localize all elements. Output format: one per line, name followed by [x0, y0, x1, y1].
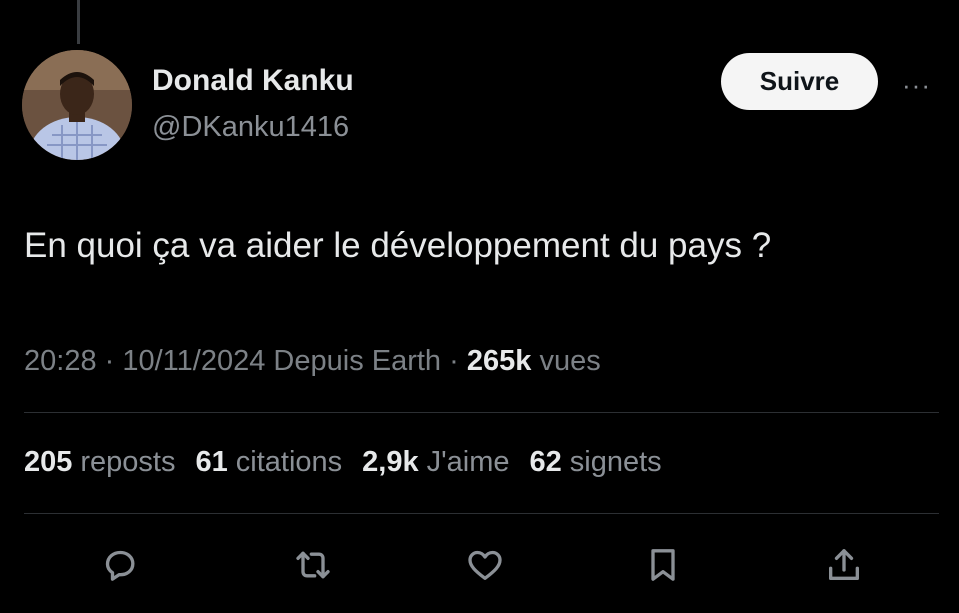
share-icon [829, 549, 859, 580]
like-button[interactable] [463, 543, 507, 587]
more-options-icon[interactable]: ··· [902, 70, 931, 101]
bookmark-icon [651, 549, 675, 581]
tweet-date[interactable]: 10/11/2024 [122, 345, 265, 377]
likes-label: J'aime [426, 446, 510, 478]
tweet-source: Depuis Earth [273, 345, 442, 377]
bookmarks-count: 62 [529, 446, 562, 478]
author-name[interactable]: Donald Kanku [152, 64, 354, 98]
author-handle[interactable]: @DKanku1416 [152, 111, 349, 144]
avatar-image [22, 50, 132, 160]
share-button[interactable] [822, 543, 866, 587]
avatar[interactable] [22, 50, 132, 160]
reposts-stat[interactable]: 205 reposts [24, 446, 176, 479]
reposts-label: reposts [80, 446, 176, 478]
quotes-stat[interactable]: 61 citations [196, 446, 343, 479]
like-icon [468, 550, 502, 580]
thread-connector-line [77, 0, 80, 44]
retweet-icon [296, 551, 330, 579]
divider [24, 513, 939, 514]
reply-icon [105, 550, 135, 581]
quotes-label: citations [235, 446, 343, 478]
meta-separator: · [104, 345, 123, 377]
likes-stat[interactable]: 2,9k J'aime [362, 446, 509, 479]
quotes-count: 61 [195, 446, 228, 478]
meta-separator: · [449, 345, 467, 377]
reply-button[interactable] [98, 543, 142, 587]
likes-count: 2,9k [362, 446, 419, 478]
reposts-count: 205 [24, 446, 73, 478]
engagement-stats: 205 reposts 61 citations 2,9k J'aime 62 … [24, 446, 662, 479]
retweet-button[interactable] [291, 543, 335, 587]
divider [24, 412, 939, 413]
bookmarks-label: signets [569, 446, 662, 478]
tweet-meta: 20:28 · 10/11/2024 Depuis Earth · 265k v… [24, 345, 601, 378]
tweet-text: En quoi ça va aider le développement du … [24, 226, 772, 265]
bookmarks-stat[interactable]: 62 signets [530, 446, 662, 479]
follow-button[interactable]: Suivre [721, 53, 878, 110]
views-label: vues [539, 345, 601, 377]
tweet-time[interactable]: 20:28 [24, 345, 97, 377]
views-count[interactable]: 265k [467, 345, 532, 377]
bookmark-button[interactable] [641, 543, 685, 587]
